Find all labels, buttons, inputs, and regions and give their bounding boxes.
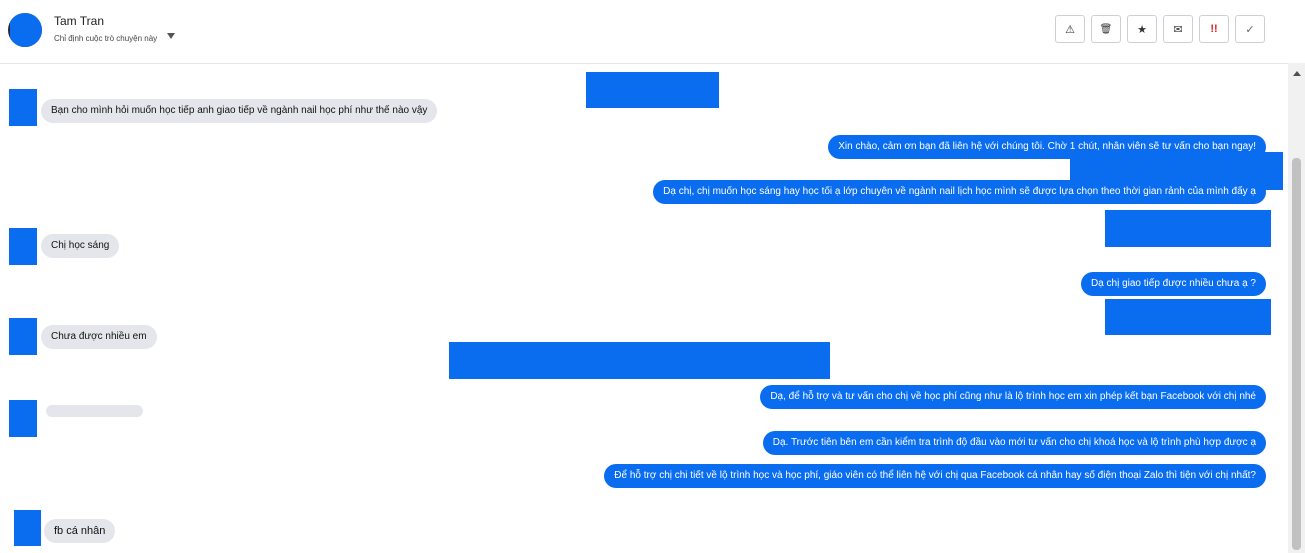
incoming-message-partial xyxy=(46,405,143,417)
redaction-block xyxy=(586,72,719,108)
warning-icon: ⚠ xyxy=(1065,23,1075,36)
mark-done-button[interactable]: ✓ xyxy=(1235,15,1265,43)
star-button[interactable]: ★ xyxy=(1127,15,1157,43)
outgoing-message: Dạ chị, chị muốn học sáng hay học tối ạ … xyxy=(653,180,1266,204)
chevron-down-icon[interactable] xyxy=(167,33,175,39)
contact-name[interactable]: Tam Tran xyxy=(54,14,104,28)
outgoing-message: Để hỗ trợ chị chi tiết về lộ trình học v… xyxy=(604,464,1266,488)
redaction-block xyxy=(1105,299,1271,335)
scroll-up-arrow-icon[interactable] xyxy=(1293,71,1301,76)
mark-unread-button[interactable]: ✉ xyxy=(1163,15,1193,43)
conversation-header: Tam Tran Chỉ định cuộc trò chuyện này ⚠ … xyxy=(0,0,1305,64)
important-icon: !! xyxy=(1210,23,1218,35)
assign-conversation-label[interactable]: Chỉ định cuộc trò chuyện này xyxy=(54,34,157,43)
star-icon: ★ xyxy=(1137,23,1147,36)
incoming-message: fb cá nhân xyxy=(44,519,116,543)
contact-avatar[interactable] xyxy=(8,13,42,47)
envelope-icon: ✉ xyxy=(1173,23,1183,36)
trash-icon: 🗑 xyxy=(1099,23,1113,35)
outgoing-message: Dạ chị giao tiếp được nhiều chưa ạ ? xyxy=(1080,272,1266,296)
incoming-message: Chưa được nhiều em xyxy=(41,325,157,349)
sender-avatar xyxy=(9,400,37,437)
checkmark-icon: ✓ xyxy=(1245,23,1255,36)
mark-important-button[interactable]: !! xyxy=(1199,15,1229,43)
outgoing-message: Dạ, để hỗ trợ và tư vấn cho chị về học p… xyxy=(760,385,1266,409)
redaction-block xyxy=(1105,210,1271,247)
scrollbar[interactable] xyxy=(1288,63,1305,553)
incoming-message: Bạn cho mình hỏi muốn học tiếp anh giao … xyxy=(41,99,438,123)
avatar-redaction xyxy=(10,13,42,47)
scrollbar-thumb[interactable] xyxy=(1292,158,1301,550)
redaction-block xyxy=(449,342,830,379)
sender-avatar xyxy=(9,318,37,355)
incoming-message: Chị học sáng xyxy=(41,234,120,258)
outgoing-message: Dạ. Trước tiên bên em cần kiểm tra trình… xyxy=(762,431,1266,455)
sender-avatar xyxy=(14,510,41,546)
report-spam-button[interactable]: ⚠ xyxy=(1055,15,1085,43)
delete-button[interactable]: 🗑 xyxy=(1091,15,1121,43)
sender-avatar xyxy=(9,228,37,265)
sender-avatar xyxy=(9,89,37,126)
